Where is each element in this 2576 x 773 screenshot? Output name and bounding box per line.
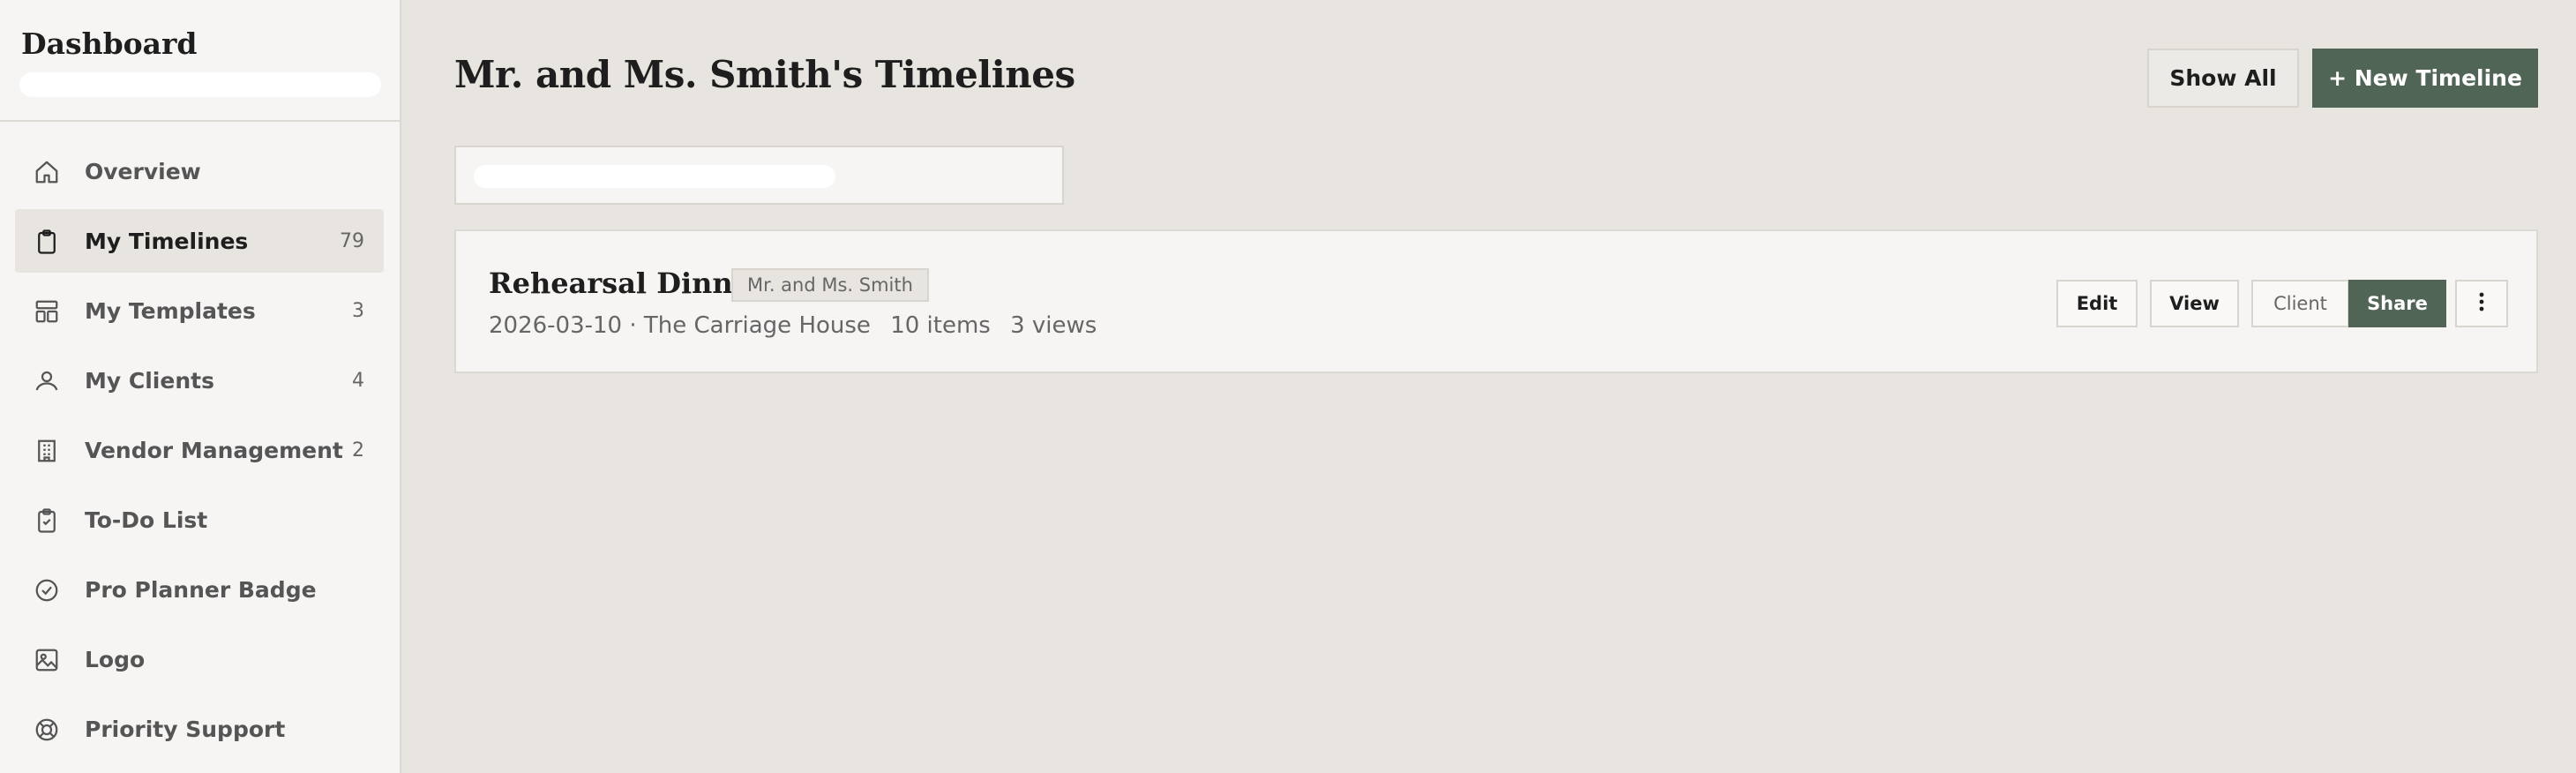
- sidebar-item-vendor-management[interactable]: Vendor Management 2: [15, 418, 384, 482]
- sidebar-item-label: My Templates: [85, 297, 256, 324]
- template-icon: [34, 298, 60, 325]
- sidebar-item-label: Priority Support: [85, 716, 286, 742]
- view-button[interactable]: View: [2150, 280, 2239, 327]
- sidebar-item-label: Logo: [85, 646, 146, 672]
- users-icon: [34, 368, 60, 394]
- sidebar-item-label: To-Do List: [85, 507, 208, 533]
- sidebar-item-count: 2: [352, 439, 364, 462]
- show-all-button[interactable]: Show All: [2147, 49, 2299, 108]
- kebab-menu-icon: [2479, 292, 2484, 316]
- sidebar-item-count: 79: [340, 229, 364, 252]
- search-box: [454, 146, 1064, 205]
- timeline-meta: 2026-03-10 · The Carriage House 10 items…: [489, 312, 1109, 339]
- image-icon: [34, 647, 60, 673]
- sidebar-item-my-clients[interactable]: My Clients 4: [15, 349, 384, 412]
- sidebar-item-my-templates[interactable]: My Templates 3: [15, 279, 384, 342]
- new-timeline-button[interactable]: + New Timeline: [2312, 49, 2538, 108]
- sidebar-item-to-do-list[interactable]: To-Do List: [15, 488, 384, 552]
- more-options-button[interactable]: [2455, 280, 2508, 327]
- badge-check-icon: [34, 577, 60, 604]
- sidebar-item-logo[interactable]: Logo: [15, 627, 384, 691]
- sidebar-item-label: Overview: [85, 158, 201, 184]
- sidebar-search-field[interactable]: [19, 72, 381, 97]
- sidebar-item-priority-support[interactable]: Priority Support: [15, 697, 384, 761]
- sidebar-item-label: Pro Planner Badge: [85, 576, 317, 603]
- sidebar-item-label: Vendor Management: [85, 437, 343, 463]
- sidebar: Dashboard Overview My Timelines 79 My Te…: [0, 0, 401, 773]
- sidebar-item-count: 4: [352, 369, 364, 392]
- clipboard-icon: [34, 229, 60, 255]
- client-button[interactable]: Client: [2251, 280, 2349, 327]
- sidebar-nav: Overview My Timelines 79 My Templates 3 …: [15, 139, 384, 767]
- timeline-view-count: 3 views: [1010, 312, 1097, 339]
- lifebuoy-icon: [34, 717, 60, 743]
- timeline-item-count: 10 items: [890, 312, 991, 339]
- client-tag: Mr. and Ms. Smith: [731, 268, 929, 302]
- timeline-title: Rehearsal Dinner: [489, 266, 766, 300]
- page-title: Mr. and Ms. Smith's Timelines: [454, 53, 1075, 96]
- sidebar-item-pro-planner-badge[interactable]: Pro Planner Badge: [15, 558, 384, 621]
- timeline-date-venue: 2026-03-10 · The Carriage House: [489, 312, 871, 339]
- search-input[interactable]: [474, 165, 835, 188]
- sidebar-item-count: 3: [352, 299, 364, 322]
- sidebar-item-my-timelines[interactable]: My Timelines 79: [15, 209, 384, 273]
- clipboard-check-icon: [34, 507, 60, 534]
- sidebar-item-overview[interactable]: Overview: [15, 139, 384, 203]
- sidebar-item-label: My Timelines: [85, 228, 249, 254]
- share-button[interactable]: Share: [2348, 280, 2446, 327]
- sidebar-title: Dashboard: [21, 26, 198, 61]
- building-icon: [34, 438, 60, 464]
- timeline-card[interactable]: Rehearsal Dinner Mr. and Ms. Smith 2026-…: [454, 229, 2538, 373]
- edit-button[interactable]: Edit: [2056, 280, 2138, 327]
- sidebar-header: Dashboard: [0, 0, 400, 122]
- sidebar-item-label: My Clients: [85, 367, 214, 394]
- home-icon: [34, 159, 60, 185]
